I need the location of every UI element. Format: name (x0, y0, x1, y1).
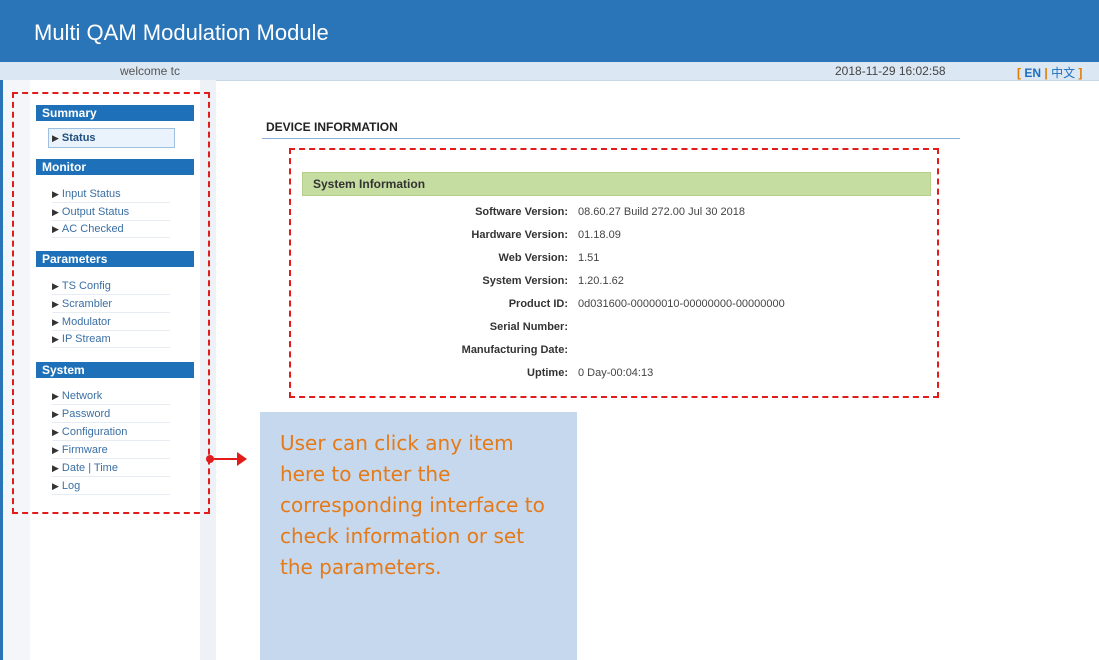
field-software-version-label-wrap: Software Version: (300, 203, 568, 221)
field-value: 1.51 (578, 252, 600, 264)
field-software-version-value-wrap: 08.60.27 Build 272.00 Jul 30 2018 (578, 203, 908, 221)
field-value: 01.18.09 (578, 229, 621, 241)
sidebar-highlight-box (12, 92, 210, 514)
lang-bracket-close: ] (1078, 66, 1083, 80)
field-serial-number-label-wrap: Serial Number: (300, 318, 568, 336)
welcome-text: welcome tc (120, 64, 181, 78)
field-hardware-version-value-wrap: 01.18.09 (578, 226, 908, 244)
annotation-callout: User can click any item here to enter th… (260, 412, 577, 660)
lang-cn-link[interactable]: 中文 (1051, 66, 1075, 80)
field-manufacturing-date-label-wrap: Manufacturing Date: (300, 341, 568, 359)
field-web-version-label-wrap: Web Version: (300, 249, 568, 267)
field-uptime-label-wrap: Uptime: (300, 364, 568, 382)
field-value: 0 Day-00:04:13 (578, 367, 654, 379)
arrow-right-icon (237, 452, 247, 466)
field-label: Web Version: (498, 252, 568, 264)
field-label: System Version: (482, 275, 568, 287)
page-title: DEVICE INFORMATION (266, 120, 398, 134)
field-label: Uptime: (527, 367, 568, 379)
datetime-text: 2018-11-29 16:02:58 (835, 64, 946, 78)
status-bar: welcome tc 2018-11-29 16:02:58 [ EN | 中文… (0, 62, 1099, 81)
field-label: Product ID: (508, 298, 568, 310)
app-title: Multi QAM Modulation Module (34, 20, 329, 45)
lang-en-link[interactable]: EN (1024, 66, 1041, 80)
field-serial-number-value-wrap (578, 318, 908, 336)
app-header: Multi QAM Modulation Module (0, 0, 1099, 62)
field-label: Hardware Version: (471, 229, 568, 241)
field-uptime-value-wrap: 0 Day-00:04:13 (578, 364, 908, 382)
field-label: Manufacturing Date: (461, 344, 568, 356)
field-web-version-value-wrap: 1.51 (578, 249, 908, 267)
lang-bracket-open: [ (1017, 66, 1021, 80)
field-value: 08.60.27 Build 272.00 Jul 30 2018 (578, 206, 745, 218)
arrow-line (210, 458, 240, 460)
field-product-id-value-wrap: 0d031600-00000010-00000000-00000000 (578, 295, 908, 313)
field-system-version-label-wrap: System Version: (300, 272, 568, 290)
field-product-id-label-wrap: Product ID: (300, 295, 568, 313)
language-switcher: [ EN | 中文 ] (1017, 64, 1082, 81)
field-value: 1.20.1.62 (578, 275, 624, 287)
field-label: Serial Number: (489, 321, 568, 333)
field-value: 0d031600-00000010-00000000-00000000 (578, 298, 785, 310)
field-hardware-version-label-wrap: Hardware Version: (300, 226, 568, 244)
field-label: Software Version: (475, 206, 568, 218)
field-system-version-value-wrap: 1.20.1.62 (578, 272, 908, 290)
system-information-header: System Information (302, 172, 931, 196)
title-divider (262, 138, 960, 139)
field-manufacturing-date-value-wrap (578, 341, 908, 359)
